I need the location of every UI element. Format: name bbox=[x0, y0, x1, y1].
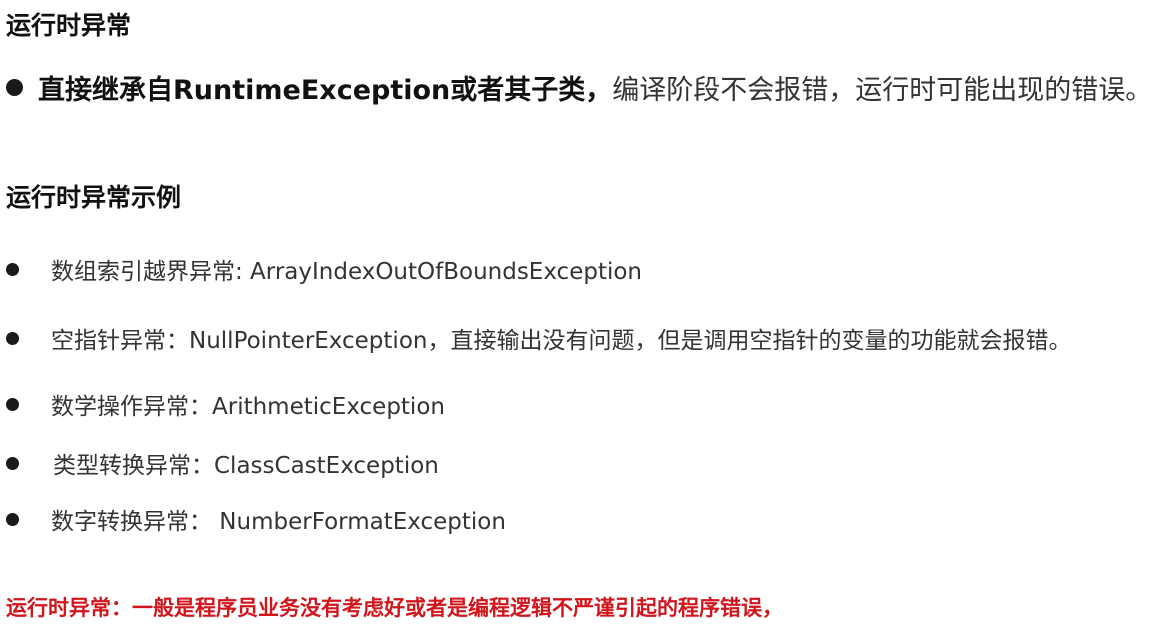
section-heading-runtime-exception: 运行时异常 bbox=[6, 11, 132, 40]
list-item: 数学操作异常：ArithmeticException bbox=[6, 387, 445, 421]
list-item-label: 数组索引越界异常: ArrayIndexOutOfBoundsException bbox=[51, 259, 643, 285]
list-item-label: 空指针异常：NullPointerException，直接输出没有问题，但是调用… bbox=[51, 328, 1072, 354]
bullet-dot-icon bbox=[6, 397, 19, 411]
intro-bold-text: 直接继承自RuntimeException或者其子类， bbox=[38, 75, 613, 106]
bullet-dot-icon bbox=[6, 262, 19, 276]
list-item-label: 类型转换异常：ClassCastException bbox=[53, 453, 439, 479]
list-item-label: 数字转换异常： NumberFormatException bbox=[51, 509, 506, 535]
bullet-dot-icon bbox=[6, 456, 19, 470]
intro-definition-line: 直接继承自RuntimeException或者其子类， 编译阶段不会报错，运行时… bbox=[6, 68, 1152, 107]
list-item: 数字转换异常： NumberFormatException bbox=[6, 502, 506, 536]
list-item: 数组索引越界异常: ArrayIndexOutOfBoundsException bbox=[6, 252, 642, 286]
section-heading-examples: 运行时异常示例 bbox=[6, 183, 182, 212]
footer-note: 运行时异常：一般是程序员业务没有考虑好或者是编程逻辑不严谨引起的程序错误， bbox=[6, 596, 783, 620]
bullet-dot-icon bbox=[6, 79, 23, 96]
bullet-dot-icon bbox=[6, 512, 19, 526]
bullet-dot-icon bbox=[6, 331, 19, 345]
list-item-label: 数学操作异常：ArithmeticException bbox=[51, 394, 445, 420]
list-item: 类型转换异常：ClassCastException bbox=[6, 446, 439, 480]
intro-normal-text: 编译阶段不会报错，运行时可能出现的错误。 bbox=[612, 75, 1153, 106]
list-item: 空指针异常：NullPointerException，直接输出没有问题，但是调用… bbox=[6, 321, 1071, 355]
